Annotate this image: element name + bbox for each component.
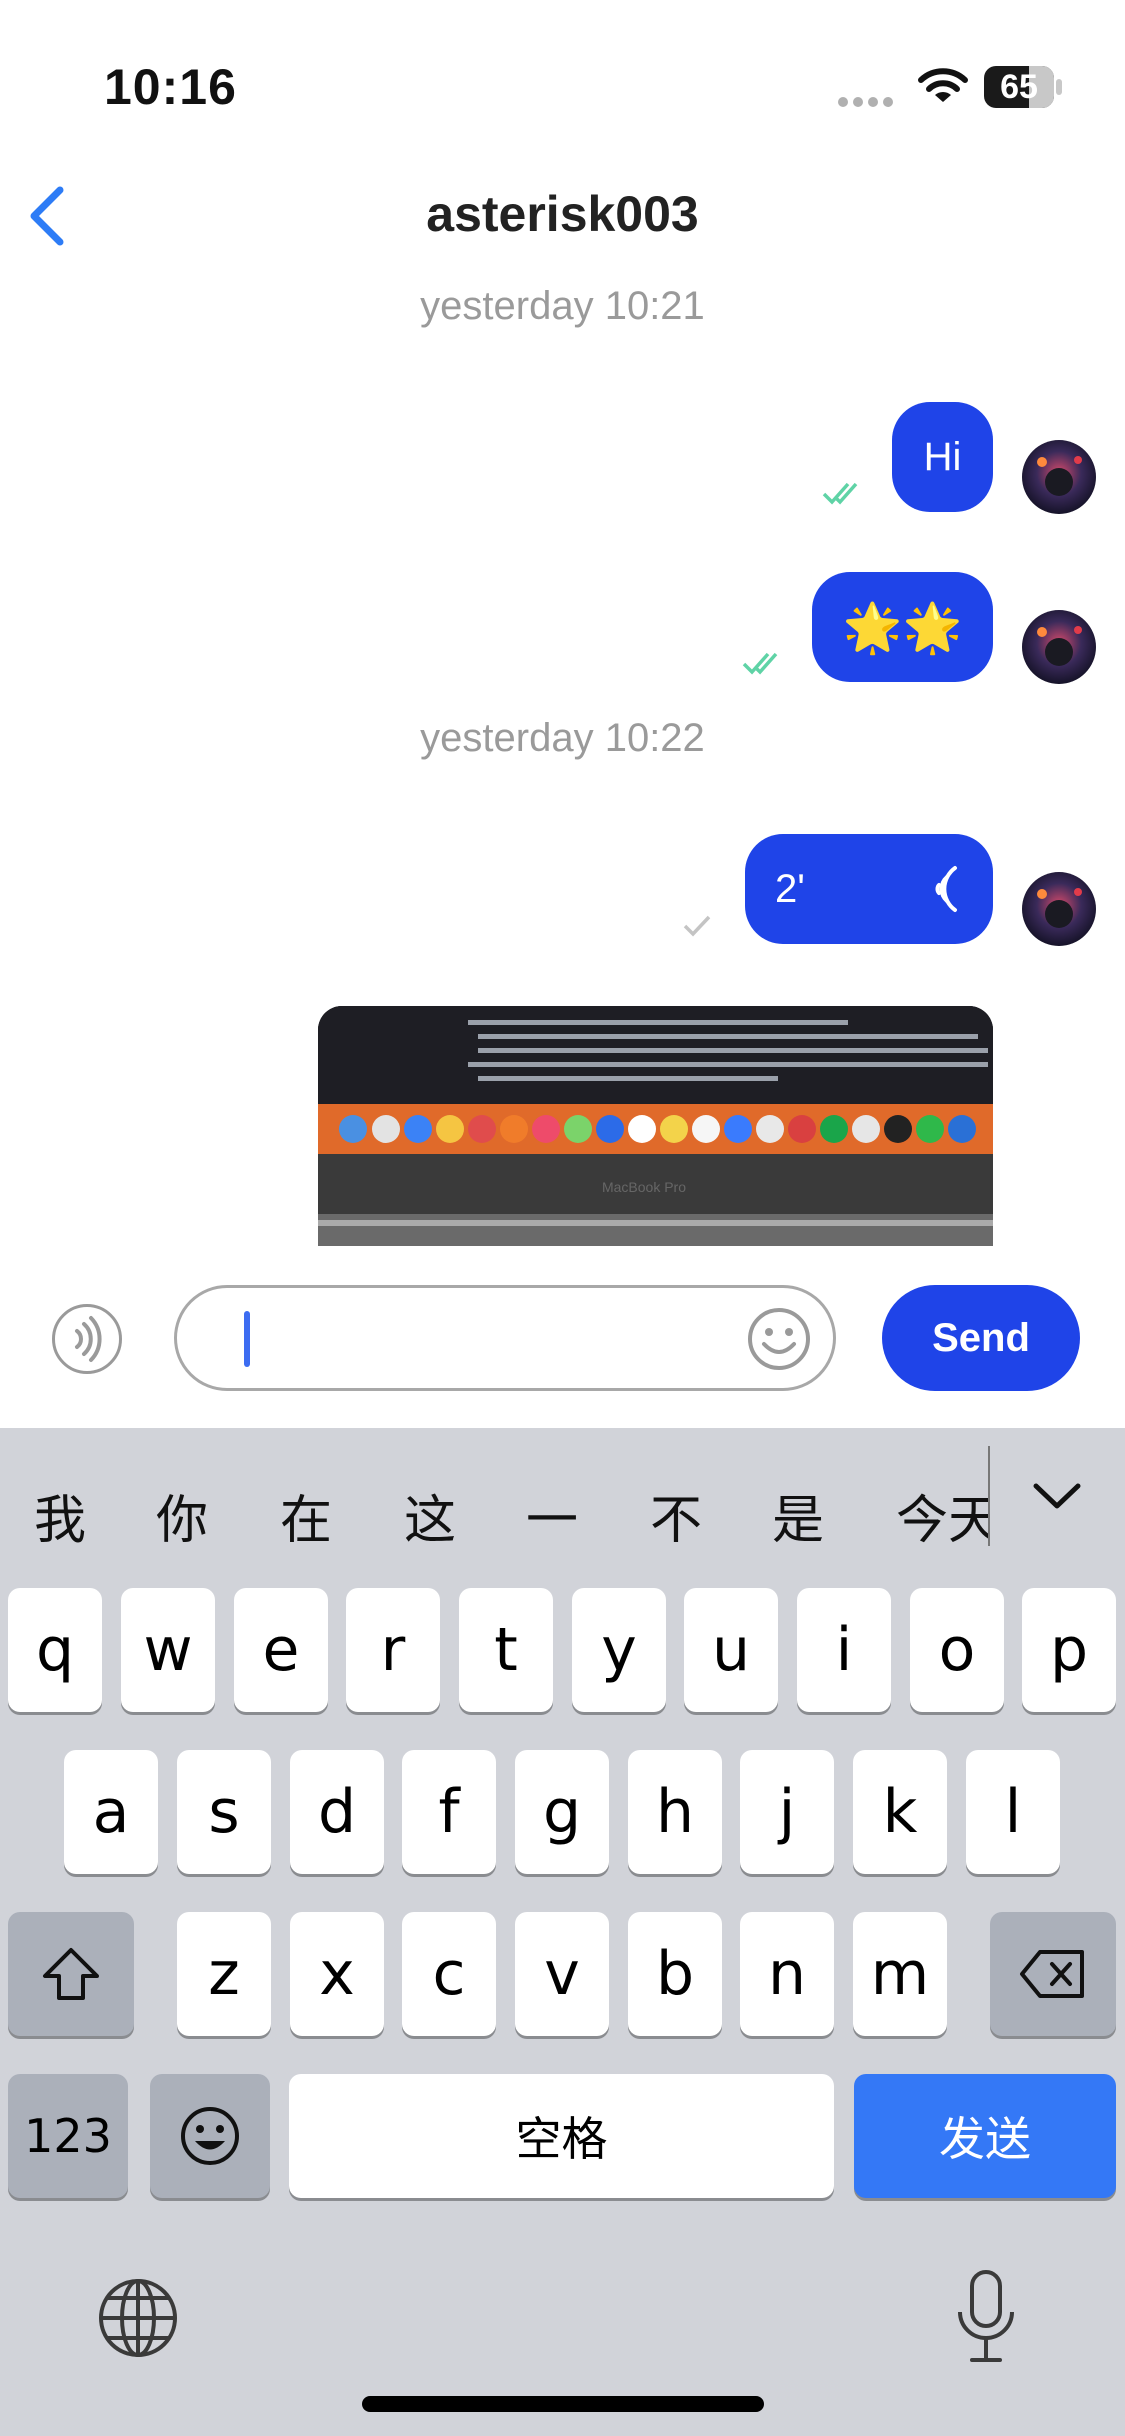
candidate-word[interactable]: 你 <box>156 1478 208 1553</box>
voice-wave-icon <box>935 866 957 912</box>
read-receipt-icon <box>822 482 858 505</box>
avatar[interactable] <box>1022 610 1096 684</box>
key-d[interactable]: d <box>290 1750 384 1874</box>
voice-message-bubble[interactable]: 2' <box>745 834 993 944</box>
candidate-word[interactable]: 不 <box>650 1478 702 1553</box>
shift-icon <box>43 1948 99 2000</box>
key-l[interactable]: l <box>966 1750 1060 1874</box>
message-bubble-text[interactable]: Hi <box>892 402 993 512</box>
key-h[interactable]: h <box>628 1750 722 1874</box>
key-a[interactable]: a <box>64 1750 158 1874</box>
key-z[interactable]: z <box>177 1912 271 2036</box>
key-m[interactable]: m <box>853 1912 947 2036</box>
battery-indicator: 65 <box>984 66 1064 108</box>
text-cursor <box>244 1311 250 1367</box>
globe-icon[interactable] <box>96 2276 180 2360</box>
key-o[interactable]: o <box>910 1588 1004 1712</box>
message-bubble-emoji[interactable]: 🌟🌟 <box>812 572 993 682</box>
wifi-icon <box>918 68 968 102</box>
message-timestamp: yesterday 10:21 <box>420 284 705 328</box>
avatar[interactable] <box>1022 872 1096 946</box>
key-b[interactable]: b <box>628 1912 722 2036</box>
image-message[interactable]: MacBook Pro <box>318 1006 993 1246</box>
key-f[interactable]: f <box>402 1750 496 1874</box>
read-receipt-icon <box>742 652 778 675</box>
photo-thumbnail: MacBook Pro <box>318 1006 993 1246</box>
photo-caption: MacBook Pro <box>602 1179 686 1195</box>
candidate-word[interactable]: 在 <box>280 1478 332 1553</box>
key-x[interactable]: x <box>290 1912 384 2036</box>
candidate-word[interactable]: 这 <box>404 1478 456 1553</box>
avatar[interactable] <box>1022 440 1096 514</box>
candidate-word[interactable]: 是 <box>772 1478 824 1553</box>
key-q[interactable]: q <box>8 1588 102 1712</box>
emoji-picker-icon[interactable] <box>746 1306 812 1372</box>
voice-duration: 2' <box>775 866 805 911</box>
key-y[interactable]: y <box>572 1588 666 1712</box>
key-s[interactable]: s <box>177 1750 271 1874</box>
candidate-word[interactable]: 一 <box>526 1478 578 1553</box>
key-j[interactable]: j <box>740 1750 834 1874</box>
key-r[interactable]: r <box>346 1588 440 1712</box>
key-v[interactable]: v <box>515 1912 609 2036</box>
message-input[interactable] <box>174 1285 836 1391</box>
key-k[interactable]: k <box>853 1750 947 1874</box>
key-c[interactable]: c <box>402 1912 496 2036</box>
microphone-icon[interactable] <box>954 2268 1018 2368</box>
key-t[interactable]: t <box>459 1588 553 1712</box>
candidate-divider <box>988 1446 990 1546</box>
chat-title: asterisk003 <box>426 186 699 242</box>
shift-key[interactable] <box>8 1912 134 2036</box>
key-e[interactable]: e <box>234 1588 328 1712</box>
voice-icon <box>75 1316 102 1362</box>
message-timestamp: yesterday 10:22 <box>420 716 705 760</box>
candidate-word[interactable]: 今天 <box>896 1478 988 1553</box>
voice-record-button[interactable] <box>52 1304 122 1374</box>
candidate-word[interactable]: 我 <box>34 1478 86 1553</box>
backspace-icon <box>1020 1950 1084 1998</box>
home-indicator[interactable] <box>362 2396 764 2412</box>
status-time: 10:16 <box>104 59 237 115</box>
key-g[interactable]: g <box>515 1750 609 1874</box>
key-i[interactable]: i <box>797 1588 891 1712</box>
emoji-icon <box>181 2107 239 2165</box>
send-button[interactable]: Send <box>882 1285 1080 1391</box>
key-u[interactable]: u <box>684 1588 778 1712</box>
emoji-key[interactable] <box>150 2074 270 2198</box>
delete-key[interactable] <box>990 1912 1116 2036</box>
numbers-key[interactable]: 123 <box>8 2074 128 2198</box>
chevron-down-icon[interactable] <box>1030 1474 1084 1518</box>
key-n[interactable]: n <box>740 1912 834 2036</box>
key-w[interactable]: w <box>121 1588 215 1712</box>
battery-level: 65 <box>1000 68 1038 106</box>
cellular-signal-icon <box>838 94 898 107</box>
key-p[interactable]: p <box>1022 1588 1116 1712</box>
sent-receipt-icon <box>683 915 711 937</box>
keyboard-send-key[interactable]: 发送 <box>854 2074 1116 2198</box>
space-key[interactable]: 空格 <box>289 2074 834 2198</box>
